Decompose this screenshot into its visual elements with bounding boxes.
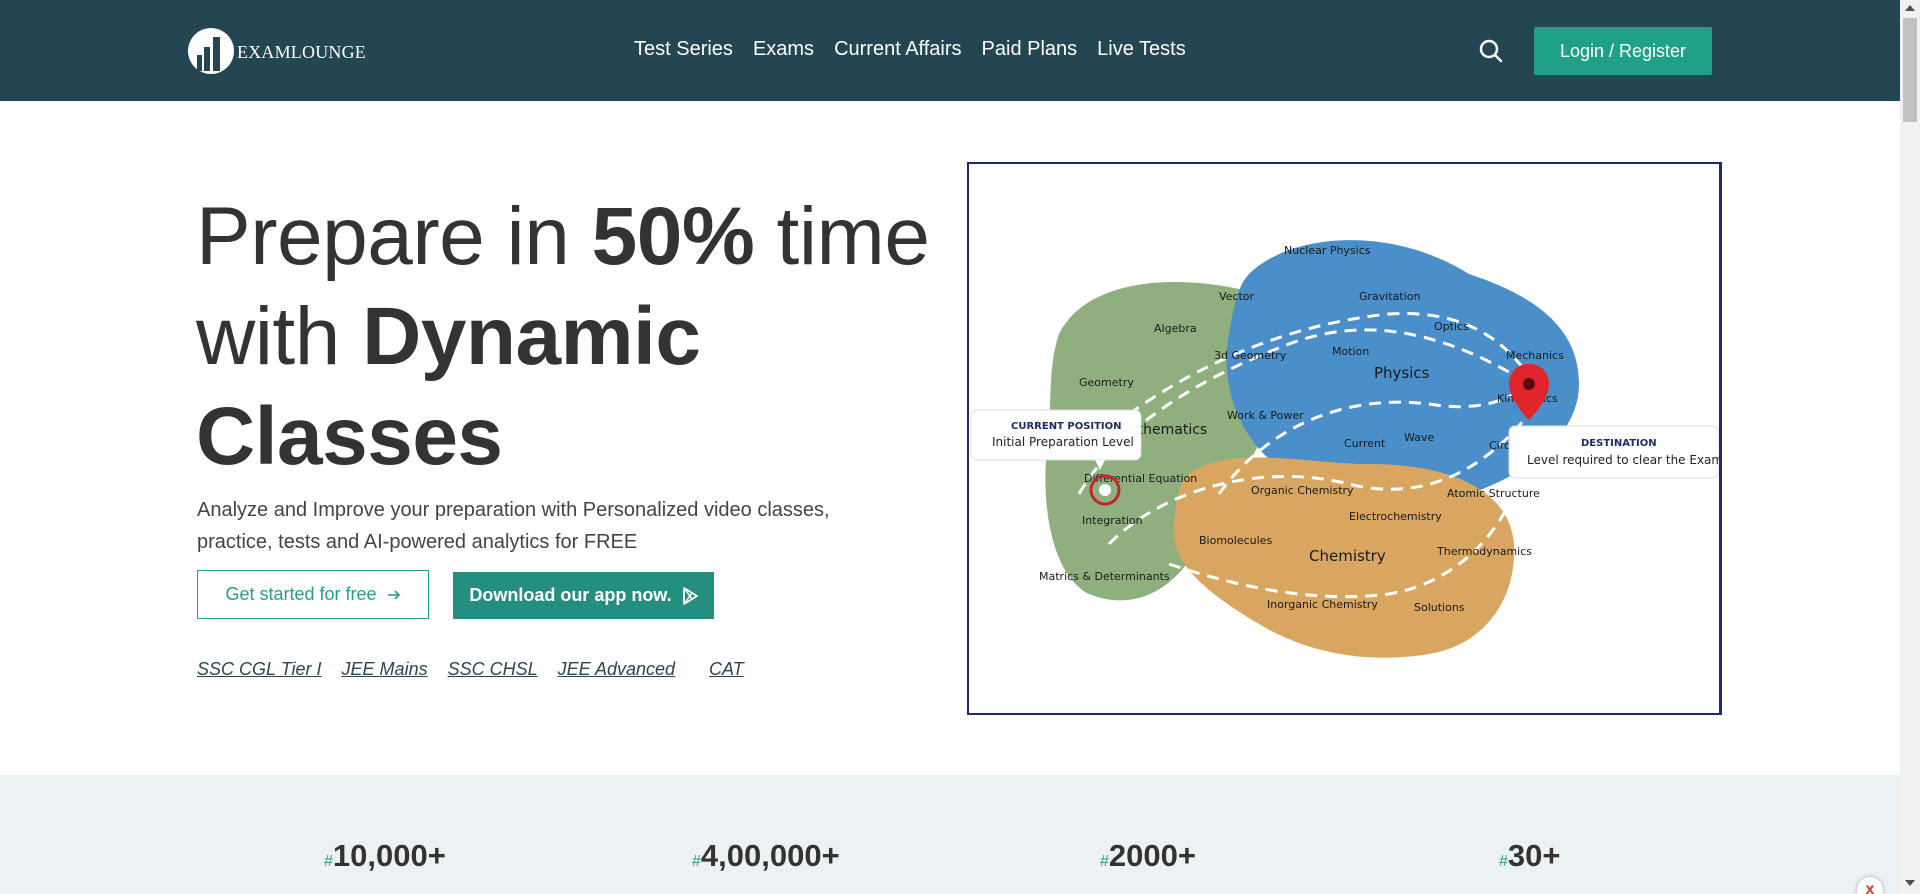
main-nav: Test Series Exams Current Affairs Paid P… xyxy=(634,38,1206,61)
map-topic: Current xyxy=(1344,437,1386,450)
nav-current-affairs[interactable]: Current Affairs xyxy=(834,38,961,61)
map-topic: Matrics & Determinants xyxy=(1039,570,1170,583)
map-topic: Vector xyxy=(1219,290,1255,303)
search-icon[interactable] xyxy=(1478,38,1504,64)
stat-exams: #30+ xyxy=(1499,838,1561,874)
download-app-button[interactable]: Download our app now. xyxy=(453,572,714,619)
map-topic: Thermodynamics xyxy=(1436,545,1532,558)
get-started-button[interactable]: Get started for free xyxy=(197,570,429,619)
hero-subtitle: Analyze and Improve your preparation wit… xyxy=(197,499,830,553)
exam-link-jee-mains[interactable]: JEE Mains xyxy=(342,659,428,680)
map-topic: Work & Power xyxy=(1227,409,1304,422)
map-topic: Geometry xyxy=(1079,376,1134,389)
nav-paid-plans[interactable]: Paid Plans xyxy=(982,38,1078,61)
map-topic: Chemistry xyxy=(1309,547,1386,565)
map-topic: Inorganic Chemistry xyxy=(1267,598,1378,611)
stat-hash: # xyxy=(1499,853,1508,870)
hero-title-part: Prepare in xyxy=(196,191,592,282)
map-topic: Organic Chemistry xyxy=(1251,484,1354,497)
exam-link-jee-advanced[interactable]: JEE Advanced xyxy=(558,659,675,680)
scrollbar-track[interactable] xyxy=(1900,0,1920,894)
map-topic: Electrochemistry xyxy=(1349,510,1442,523)
scroll-up-arrow-icon[interactable] xyxy=(1905,5,1915,11)
stats-section: #10,000+ #4,00,000+ #2000+ #30+ xyxy=(0,775,1900,894)
exam-link-cat[interactable]: CAT xyxy=(709,659,744,680)
learning-map-illustration: Nuclear Physics Vector Gravitation Algeb… xyxy=(967,162,1722,715)
hero-title: Prepare in 50% time with Dynamic Classes xyxy=(196,187,956,487)
map-topic: Mechanics xyxy=(1506,349,1564,362)
destination-text: Level required to clear the Exam xyxy=(1527,453,1721,467)
map-topic: Motion xyxy=(1332,345,1369,358)
stat-tests: #2000+ xyxy=(1100,838,1196,874)
destination-title: DESTINATION xyxy=(1581,438,1657,449)
download-app-label: Download our app now. xyxy=(469,585,672,605)
get-started-label: Get started for free xyxy=(225,584,377,604)
stat-value: 10,000+ xyxy=(332,838,446,873)
map-topic: Algebra xyxy=(1154,322,1197,335)
exam-link-ssc-chsl[interactable]: SSC CHSL xyxy=(448,659,538,680)
logo[interactable]: EXAMLOUNGE xyxy=(187,26,366,76)
map-topic: Solutions xyxy=(1414,601,1465,614)
play-store-icon xyxy=(682,586,698,605)
map-topic: Integration xyxy=(1082,514,1143,527)
map-topic: Wave xyxy=(1404,431,1434,444)
page: EXAMLOUNGE Test Series Exams Current Aff… xyxy=(0,0,1920,894)
login-register-button[interactable]: Login / Register xyxy=(1534,27,1712,75)
map-topic: Gravitation xyxy=(1359,290,1421,303)
hero-title-part: time xyxy=(754,191,930,282)
site-header: EXAMLOUNGE Test Series Exams Current Aff… xyxy=(0,0,1900,101)
hero-title-highlight: 50% xyxy=(591,191,755,282)
hero-title-highlight: Classes xyxy=(196,391,503,482)
nav-exams[interactable]: Exams xyxy=(753,38,814,61)
nav-live-tests[interactable]: Live Tests xyxy=(1097,38,1186,61)
arrow-right-icon xyxy=(387,589,400,600)
exam-links: SSC CGL Tier I JEE Mains SSC CHSL JEE Ad… xyxy=(197,659,764,680)
stat-hash: # xyxy=(324,853,333,870)
scroll-down-arrow-icon[interactable] xyxy=(1905,880,1915,886)
stat-users: #10,000+ xyxy=(324,838,446,874)
exam-link-ssc-cgl[interactable]: SSC CGL Tier I xyxy=(197,659,322,680)
map-topic: Nuclear Physics xyxy=(1284,244,1371,257)
logo-text: EXAMLOUNGE xyxy=(237,41,366,62)
map-topic: Optics xyxy=(1434,320,1469,333)
scrollbar-thumb[interactable] xyxy=(1903,18,1917,122)
destination-callout: DESTINATION Level required to clear the … xyxy=(1508,425,1721,479)
map-topic: Differential Equation xyxy=(1084,472,1197,485)
map-topic: Physics xyxy=(1374,364,1430,382)
hero-title-part: with xyxy=(196,291,363,382)
stat-value: 2000+ xyxy=(1108,838,1196,873)
logo-icon xyxy=(187,27,235,75)
stat-hash: # xyxy=(1100,853,1109,870)
stat-value: 30+ xyxy=(1507,838,1561,873)
stat-value: 4,00,000+ xyxy=(700,838,840,873)
map-topic: Atomic Structure xyxy=(1447,487,1540,500)
map-topic: Biomolecules xyxy=(1199,534,1272,547)
hero-title-highlight: Dynamic xyxy=(362,291,701,382)
map-topic: 3d Geometry xyxy=(1214,349,1287,362)
nav-test-series[interactable]: Test Series xyxy=(634,38,733,61)
stat-hash: # xyxy=(692,853,701,870)
stat-questions: #4,00,000+ xyxy=(692,838,840,874)
current-position-text: Initial Preparation Level xyxy=(992,435,1134,449)
current-position-title: CURRENT POSITION xyxy=(1011,421,1122,432)
